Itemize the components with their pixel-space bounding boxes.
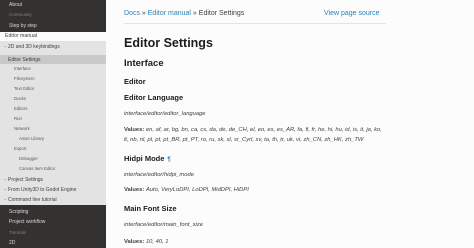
sidebar-item-keybindings[interactable]: +2D and 3D keybindings: [0, 43, 106, 51]
divider: [124, 23, 386, 24]
permalink-icon[interactable]: ¶: [167, 157, 170, 163]
sidebar-item-editor-manual[interactable]: Editor manual: [0, 32, 106, 41]
sidebar-item-editors[interactable]: Editors: [0, 105, 106, 113]
property-values: Values: Auto, VeryLoDPI, LoDPI, MidDPI, …: [124, 187, 249, 193]
sidebar-item-docks[interactable]: Docks: [0, 95, 106, 103]
main-content: Docs » Editor manual » Editor Settings V…: [106, 0, 474, 248]
sidebar-item-command-line[interactable]: + Command line tutorial: [0, 196, 106, 204]
sidebar-item-project-workflow[interactable]: Project workflow: [0, 218, 106, 226]
page-title: Editor Settings: [124, 36, 213, 50]
sidebar-item-run[interactable]: Run: [0, 115, 106, 123]
property-path: interface/editor/main_font_size: [124, 222, 203, 228]
subsection-heading-editor: Editor: [124, 77, 146, 86]
property-path: interface/editor/editor_language: [124, 111, 206, 117]
property-values: Values: en, af, ar, bg, bn, ca, cs, da, …: [124, 127, 382, 143]
sidebar-item-text-editor[interactable]: Text Editor: [0, 85, 106, 93]
sidebar-caption-community[interactable]: Community: [0, 11, 106, 19]
breadcrumb-editor-manual-link[interactable]: Editor manual: [148, 10, 191, 17]
breadcrumb-home-link[interactable]: Docs: [124, 10, 140, 17]
sidebar-item-2d[interactable]: 2D: [0, 239, 106, 247]
sidebar-item-editor-settings[interactable]: - Editor Settings: [0, 55, 106, 64]
sidebar-item-project-settings[interactable]: + Project Settings: [0, 176, 106, 184]
breadcrumb-separator: »: [141, 10, 146, 17]
section-heading-interface: Interface: [124, 58, 164, 69]
sidebar-item-unity-to-godot[interactable]: + From Unity3D to Godot Engine: [0, 186, 106, 194]
sidebar-item-filesystem[interactable]: Filesystem: [0, 75, 106, 83]
sidebar-caption-tutorials[interactable]: Tutorials: [0, 229, 106, 237]
property-heading-main-font-size: Main Font Size: [124, 204, 177, 213]
property-path: interface/editor/hidpi_mode: [124, 172, 194, 178]
sidebar-nav: About Community Step by step Editor manu…: [0, 0, 106, 248]
view-page-source-link[interactable]: View page source: [324, 10, 380, 17]
breadcrumb-separator: »: [192, 10, 197, 17]
property-heading-hidpi-mode: Hidpi Mode ¶: [124, 154, 171, 163]
sidebar-item-interface[interactable]: Interface: [0, 65, 106, 73]
sidebar-item-export[interactable]: Export: [0, 145, 106, 153]
breadcrumb-current: Editor Settings: [198, 10, 245, 17]
property-values: Values: 10, 40, 1: [124, 239, 169, 245]
sidebar-item-step-by-step[interactable]: Step by step: [0, 22, 106, 30]
sidebar-item-debugger[interactable]: Debugger: [0, 155, 106, 163]
sidebar-item-about[interactable]: About: [0, 1, 106, 9]
breadcrumb: Docs » Editor manual » Editor Settings: [124, 10, 244, 17]
sidebar-item-network[interactable]: Network: [0, 125, 106, 133]
property-heading-editor-language: Editor Language: [124, 93, 184, 102]
sidebar-item-asset-library[interactable]: Asset Library: [0, 135, 106, 143]
sidebar-item-scripting[interactable]: Scripting: [0, 208, 106, 216]
sidebar-item-canvas-item-editor[interactable]: Canvas item Editor: [0, 165, 106, 173]
